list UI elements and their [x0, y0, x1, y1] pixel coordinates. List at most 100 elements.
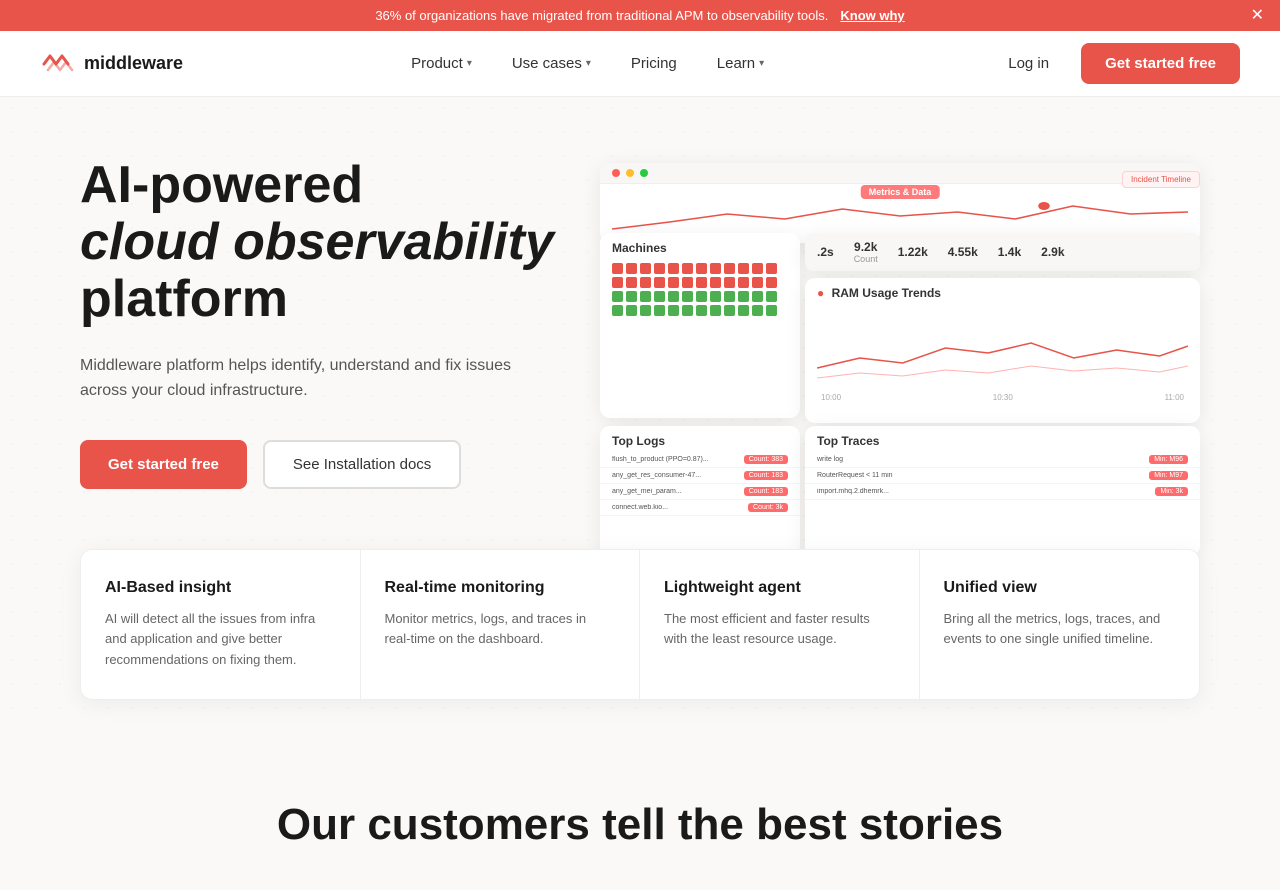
machine-dot — [654, 305, 665, 316]
feature-desc: Monitor metrics, logs, and traces in rea… — [385, 609, 616, 651]
feature-desc: AI will detect all the issues from infra… — [105, 609, 336, 671]
trace-row: RouterRequest < 11 min Min: M97 — [805, 468, 1200, 484]
nav-use-cases[interactable]: Use cases ▾ — [496, 47, 607, 80]
machine-dot — [682, 263, 693, 274]
ram-chart-svg — [817, 308, 1188, 388]
log-badge: Count: 383 — [744, 455, 788, 464]
hero-section: AI-powered cloud observability platform … — [0, 97, 1280, 529]
stat-label: Count — [854, 254, 878, 264]
hero-title: AI-powered cloud observability platform — [80, 157, 560, 329]
announcement-text: 36% of organizations have migrated from … — [375, 8, 828, 23]
navigation: middleware Product ▾ Use cases ▾ Pricing… — [0, 31, 1280, 97]
ram-panel-inner: ● RAM Usage Trends 10:00 10:30 11:00 — [805, 278, 1200, 410]
machine-dot — [612, 263, 623, 274]
machine-dot — [668, 277, 679, 288]
close-announcement-button[interactable]: ✕ — [1251, 8, 1264, 24]
machine-dot — [654, 263, 665, 274]
feature-card-ai: AI-Based insight AI will detect all the … — [81, 550, 361, 699]
machine-dot — [682, 305, 693, 316]
log-badge: Count: 3k — [748, 503, 788, 512]
machine-dot — [710, 277, 721, 288]
feature-desc: The most efficient and faster results wi… — [664, 609, 895, 651]
log-badge: Count: 183 — [744, 471, 788, 480]
machine-dot — [766, 305, 777, 316]
machine-dot — [668, 263, 679, 274]
nav-pricing[interactable]: Pricing — [615, 47, 693, 80]
log-row: any_get_res_consumer-47... Count: 183 — [600, 468, 800, 484]
ram-icon: ● — [817, 286, 824, 300]
nav-right: Log in Get started free — [992, 43, 1240, 84]
dashboard-container: Metrics & Data Incident Timeline Machine… — [600, 163, 1200, 483]
machine-dot — [738, 305, 749, 316]
announcement-bar: 36% of organizations have migrated from … — [0, 0, 1280, 31]
stat-value: 1.4k — [998, 245, 1021, 259]
hero-cta-button[interactable]: Get started free — [80, 440, 247, 489]
announcement-cta[interactable]: Know why — [840, 8, 904, 23]
stat-item: 4.55k — [948, 245, 978, 259]
feature-desc: Bring all the metrics, logs, traces, and… — [944, 609, 1176, 651]
feature-title: AI-Based insight — [105, 578, 336, 599]
features-grid: AI-Based insight AI will detect all the … — [80, 549, 1200, 700]
logo-icon — [40, 52, 76, 76]
machine-dot — [654, 277, 665, 288]
machine-dot — [752, 277, 763, 288]
machine-dot — [724, 277, 735, 288]
nav-learn[interactable]: Learn ▾ — [701, 47, 780, 80]
machine-dot — [766, 277, 777, 288]
machine-dot — [766, 291, 777, 302]
trace-row: import.mhq.2.dhemrk... Min: 3k — [805, 484, 1200, 500]
machine-dot — [682, 291, 693, 302]
stat-item: .2s — [817, 245, 834, 259]
hero-left: AI-powered cloud observability platform … — [80, 157, 560, 489]
feature-title: Unified view — [944, 578, 1176, 599]
machine-dot — [752, 263, 763, 274]
machine-dot — [668, 291, 679, 302]
machine-dot — [640, 305, 651, 316]
panel-header — [600, 163, 1200, 184]
installation-docs-button[interactable]: See Installation docs — [263, 440, 461, 489]
stat-value: .2s — [817, 245, 834, 259]
ram-panel-title: ● RAM Usage Trends — [817, 286, 1188, 300]
login-button[interactable]: Log in — [992, 47, 1065, 80]
machine-dot — [724, 291, 735, 302]
log-badge: Count: 183 — [744, 487, 788, 496]
trace-badge: Min: 3k — [1155, 487, 1188, 496]
get-started-button[interactable]: Get started free — [1081, 43, 1240, 84]
logs-title: Top Logs — [600, 426, 800, 452]
machine-dot — [640, 291, 651, 302]
customers-title: Our customers tell the best stories — [80, 800, 1200, 850]
traces-title: Top Traces — [805, 426, 1200, 452]
hero-dashboard: Metrics & Data Incident Timeline Machine… — [600, 163, 1200, 483]
machine-dot — [682, 277, 693, 288]
machine-dot — [654, 291, 665, 302]
stats-panel: .2s 9.2k Count 1.22k 4.55k 1.4k 2.9k — [805, 233, 1200, 271]
chevron-down-icon: ▾ — [586, 58, 591, 69]
trace-row: write log Min: M96 — [805, 452, 1200, 468]
logo-text: middleware — [84, 53, 183, 74]
machine-dot — [724, 305, 735, 316]
machine-dot — [710, 305, 721, 316]
chevron-down-icon: ▾ — [467, 58, 472, 69]
machine-dot — [738, 277, 749, 288]
hero-subtitle: Middleware platform helps identify, unde… — [80, 353, 560, 404]
logo-link[interactable]: middleware — [40, 52, 183, 76]
window-dot-yellow — [626, 169, 634, 177]
nav-links: Product ▾ Use cases ▾ Pricing Learn ▾ — [395, 47, 780, 80]
ram-panel: ● RAM Usage Trends 10:00 10:30 11:00 — [805, 278, 1200, 423]
machine-dot — [612, 277, 623, 288]
machine-dot — [696, 277, 707, 288]
machine-dot — [724, 263, 735, 274]
machine-dot — [612, 305, 623, 316]
main-chart-svg — [612, 194, 1188, 234]
nav-product[interactable]: Product ▾ — [395, 47, 488, 80]
log-row: flush_to_product (PPO=0.87)... Count: 38… — [600, 452, 800, 468]
machine-dot — [766, 263, 777, 274]
machines-title: Machines — [600, 233, 800, 259]
customers-section: Our customers tell the best stories — [0, 740, 1280, 890]
feature-title: Lightweight agent — [664, 578, 895, 599]
machine-dot — [612, 291, 623, 302]
feature-title: Real-time monitoring — [385, 578, 616, 599]
feature-card-lightweight: Lightweight agent The most efficient and… — [640, 550, 920, 699]
machine-dot — [710, 291, 721, 302]
stat-value: 4.55k — [948, 245, 978, 259]
